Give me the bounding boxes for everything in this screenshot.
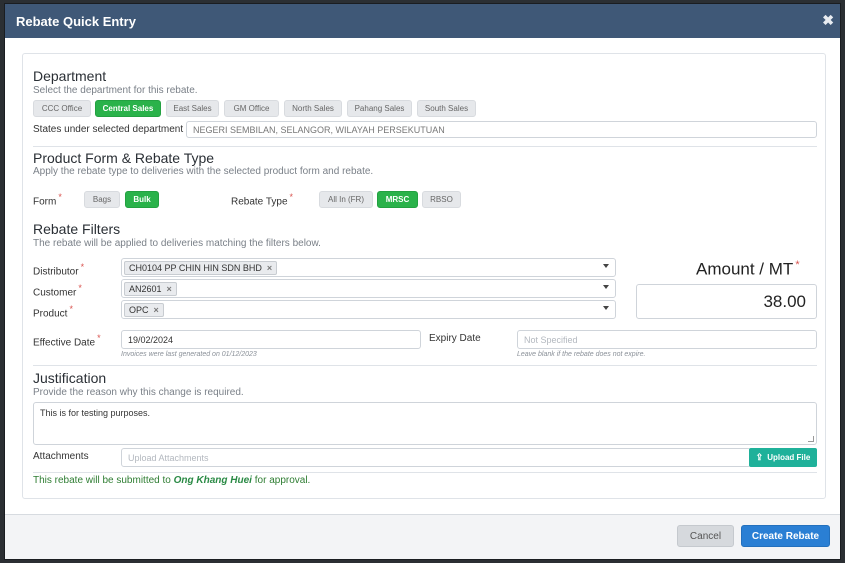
amount-input[interactable]: 38.00 xyxy=(636,284,817,319)
expiry-date-hint: Leave blank if the rebate does not expir… xyxy=(517,351,646,358)
chevron-down-icon[interactable] xyxy=(603,264,609,268)
product-subtitle: Apply the rebate type to deliveries with… xyxy=(33,166,374,177)
effective-date-input[interactable]: 19/02/2024 xyxy=(121,330,421,349)
cancel-button[interactable]: Cancel xyxy=(677,525,734,547)
customer-tag: AN2601 × xyxy=(124,282,177,296)
create-rebate-button[interactable]: Create Rebate xyxy=(741,525,830,547)
states-label: States under selected department xyxy=(33,124,184,135)
dept-gm-office[interactable]: GM Office xyxy=(224,100,279,117)
expiry-date-label: Expiry Date xyxy=(429,333,481,344)
dept-ccc-office[interactable]: CCC Office xyxy=(33,100,91,117)
customer-select[interactable]: AN2601 × xyxy=(121,279,616,298)
distributor-select[interactable]: CH0104 PP CHIN HIN SDN BHD × xyxy=(121,258,616,277)
form-bulk[interactable]: Bulk xyxy=(125,191,159,208)
chevron-down-icon[interactable] xyxy=(603,306,609,310)
remove-tag-icon[interactable]: × xyxy=(267,263,272,273)
dept-central-sales[interactable]: Central Sales xyxy=(95,100,161,117)
expiry-date-placeholder: Not Specified xyxy=(524,335,578,345)
upload-file-button[interactable]: ⇪ Upload File xyxy=(749,448,817,467)
type-all-in-fr[interactable]: All In (FR) xyxy=(319,191,373,208)
dept-south-sales[interactable]: South Sales xyxy=(417,100,476,117)
dept-pahang-sales[interactable]: Pahang Sales xyxy=(347,100,412,117)
modal-title: Rebate Quick Entry xyxy=(16,13,136,29)
rebate-quick-entry-modal: Rebate Quick Entry ✖ Department Select t… xyxy=(4,3,841,560)
resize-handle-icon[interactable] xyxy=(808,436,814,442)
justification-subtitle: Provide the reason why this change is re… xyxy=(33,387,244,398)
states-value: NEGERI SEMBILAN, SELANGOR, WILAYAH PERSE… xyxy=(193,125,445,135)
dept-east-sales[interactable]: East Sales xyxy=(166,100,219,117)
attachments-placeholder: Upload Attachments xyxy=(128,453,209,463)
justification-title: Justification xyxy=(33,370,107,386)
customer-label: Customer * xyxy=(33,283,82,299)
divider xyxy=(33,146,817,147)
divider xyxy=(33,472,817,473)
states-field: NEGERI SEMBILAN, SELANGOR, WILAYAH PERSE… xyxy=(186,121,817,138)
approval-note: This rebate will be submitted to Ong Kha… xyxy=(33,475,311,486)
remove-tag-icon[interactable]: × xyxy=(154,305,159,315)
form-card: Department Select the department for thi… xyxy=(22,53,826,499)
filters-title: Rebate Filters xyxy=(33,221,121,237)
dept-north-sales[interactable]: North Sales xyxy=(284,100,342,117)
product-tag: OPC × xyxy=(124,303,164,317)
effective-date-hint: Invoices were last generated on 01/12/20… xyxy=(121,351,257,358)
distributor-label: Distributor * xyxy=(33,262,85,278)
amount-label: Amount / MT * xyxy=(696,259,800,279)
effective-date-label: Effective Date * xyxy=(33,333,101,349)
product-title: Product Form & Rebate Type xyxy=(33,150,215,166)
chevron-down-icon[interactable] xyxy=(603,285,609,289)
product-label: Product * xyxy=(33,304,73,320)
form-label: Form * xyxy=(33,192,62,208)
department-title: Department xyxy=(33,68,107,84)
modal-header: Rebate Quick Entry ✖ xyxy=(5,4,840,38)
remove-tag-icon[interactable]: × xyxy=(167,284,172,294)
justification-value: This is for testing purposes. xyxy=(40,408,151,418)
close-icon[interactable]: ✖ xyxy=(822,13,834,27)
divider xyxy=(33,365,817,366)
product-select[interactable]: OPC × xyxy=(121,300,616,319)
form-bags[interactable]: Bags xyxy=(84,191,120,208)
effective-date-value: 19/02/2024 xyxy=(128,335,174,345)
modal-body: Department Select the department for thi… xyxy=(5,38,840,515)
type-mrsc[interactable]: MRSC xyxy=(377,191,418,208)
department-subtitle: Select the department for this rebate. xyxy=(33,85,198,96)
attachments-label: Attachments xyxy=(33,451,89,462)
expiry-date-input[interactable]: Not Specified xyxy=(517,330,817,349)
distributor-tag: CH0104 PP CHIN HIN SDN BHD × xyxy=(124,261,278,275)
justification-textarea[interactable]: This is for testing purposes. xyxy=(33,402,817,445)
approver-name: Ong Khang Huei xyxy=(173,475,252,486)
type-rbso[interactable]: RBSO xyxy=(422,191,461,208)
filters-subtitle: The rebate will be applied to deliveries… xyxy=(33,238,321,249)
rebate-type-label: Rebate Type * xyxy=(231,192,294,208)
upload-icon: ⇪ xyxy=(755,452,764,462)
attachments-input[interactable]: Upload Attachments xyxy=(121,448,751,467)
